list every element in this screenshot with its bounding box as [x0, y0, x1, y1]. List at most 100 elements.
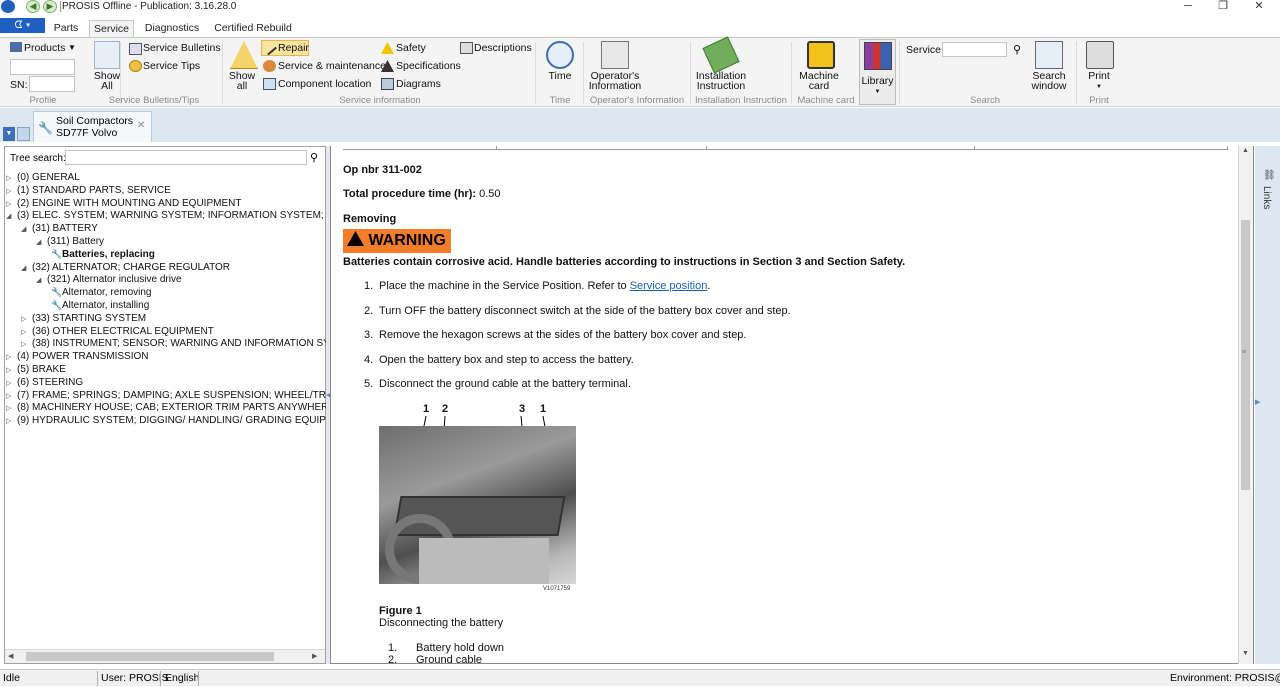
tree-item[interactable]: (321) Alternator inclusive drive: [47, 274, 182, 287]
products-chevron-down-icon[interactable]: ▼: [68, 42, 76, 54]
panel-toggle-button[interactable]: ▼: [3, 127, 15, 141]
tree-collapsed-icon[interactable]: ▷: [21, 328, 26, 336]
tree-item[interactable]: (32) ALTERNATOR; CHARGE REGULATOR: [32, 262, 230, 275]
service-tips-icon: [129, 60, 142, 72]
group-separator: [583, 42, 584, 104]
service-search-input[interactable]: [942, 42, 1007, 57]
tree-item[interactable]: (4) POWER TRANSMISSION: [17, 351, 149, 364]
close-button[interactable]: ✕: [1246, 0, 1272, 14]
tree-expanded-icon[interactable]: ◢: [6, 212, 11, 220]
status-environment: Environment: PROSIS@xe: [1170, 672, 1280, 684]
legend-number: 2.: [388, 654, 398, 664]
service-bulletins-button[interactable]: Service Bulletins: [143, 42, 221, 54]
tree-item[interactable]: (33) STARTING SYSTEM: [32, 313, 146, 326]
tree-item[interactable]: (8) MACHINERY HOUSE; CAB; EXTERIOR TRIM …: [17, 402, 335, 415]
tree-collapsed-icon[interactable]: ▷: [21, 340, 26, 348]
tree-search-binoculars-icon[interactable]: ⚲: [310, 151, 318, 164]
scroll-left-icon[interactable]: ◀: [8, 652, 13, 660]
tree-collapsed-icon[interactable]: ▷: [21, 315, 26, 323]
tree-item[interactable]: (0) GENERAL: [17, 172, 80, 185]
step-number: 1.: [364, 280, 374, 292]
safety-button[interactable]: Safety: [396, 42, 426, 54]
service-tips-button[interactable]: Service Tips: [143, 60, 200, 72]
application-menu-button[interactable]: ᗧ ▾: [0, 18, 45, 33]
tree-item[interactable]: (38) INSTRUMENT; SENSOR; WARNING AND INF…: [32, 338, 358, 351]
tab-certified-rebuild[interactable]: Certified Rebuild: [212, 20, 294, 38]
tree-item[interactable]: (311) Battery: [47, 236, 104, 249]
tab-diagnostics[interactable]: Diagnostics: [140, 20, 204, 38]
tree-item[interactable]: (36) OTHER ELECTRICAL EQUIPMENT: [32, 326, 214, 339]
status-bar: Idle User: PROSIS English Environment: P…: [0, 669, 1280, 686]
service-bulletins-icon: [129, 43, 142, 55]
service-maintenance-icon: [263, 60, 276, 72]
operators-information-line2: Information: [588, 80, 642, 92]
tree-item[interactable]: Batteries, replacing: [62, 249, 155, 262]
specifications-button[interactable]: Specifications: [396, 60, 461, 72]
panel-grid-icon[interactable]: [17, 127, 30, 141]
tree-expanded-icon[interactable]: ◢: [36, 276, 41, 284]
scroll-thumb[interactable]: [26, 652, 274, 661]
tree-expanded-icon[interactable]: ◢: [36, 238, 41, 246]
library-chevron-down-icon: ▼: [874, 89, 881, 95]
tree-collapsed-icon[interactable]: ▷: [6, 174, 11, 182]
scroll-right-icon[interactable]: ▶: [312, 652, 317, 660]
status-separator: [160, 671, 161, 686]
scroll-down-icon[interactable]: ▼: [1242, 650, 1249, 657]
tree-collapsed-icon[interactable]: ▷: [6, 353, 11, 361]
descriptions-button[interactable]: Descriptions: [474, 42, 532, 54]
products-dropdown[interactable]: Products: [24, 42, 65, 54]
content-vertical-scrollbar[interactable]: ▲ ≡ ▼: [1238, 146, 1253, 664]
tree-item[interactable]: (31) BATTERY: [32, 223, 98, 236]
time-button[interactable]: Time: [541, 71, 579, 82]
service-maintenance-button[interactable]: Service & maintenance: [278, 60, 386, 72]
tree-horizontal-scrollbar[interactable]: ◀ ▶: [5, 649, 325, 663]
document-tab-close-icon[interactable]: ✕: [137, 120, 145, 131]
tree-item[interactable]: Alternator, installing: [62, 300, 149, 313]
document-tab[interactable]: 🔧 Soil Compactors SD77F Volvo ✕: [33, 111, 152, 142]
print-button[interactable]: Print: [1080, 71, 1118, 82]
back-icon[interactable]: ◀: [26, 0, 40, 13]
tree-item[interactable]: (1) STANDARD PARTS, SERVICE: [17, 185, 171, 198]
tree-collapsed-icon[interactable]: ▷: [6, 200, 11, 208]
group-separator: [791, 42, 792, 104]
tree-item[interactable]: Alternator, removing: [62, 287, 152, 300]
tree-item[interactable]: (9) HYDRAULIC SYSTEM; DIGGING/ HANDLING/…: [17, 415, 354, 428]
tree-item[interactable]: (7) FRAME; SPRINGS; DAMPING; AXLE SUSPEN…: [17, 390, 364, 403]
diagrams-button[interactable]: Diagrams: [396, 78, 441, 90]
tab-parts[interactable]: Parts: [47, 20, 85, 38]
tree-item[interactable]: (2) ENGINE WITH MOUNTING AND EQUIPMENT: [17, 198, 241, 211]
tree-item[interactable]: (3) ELEC. SYSTEM; WARNING SYSTEM; INFORM…: [17, 210, 372, 223]
tree-item[interactable]: (5) BRAKE: [17, 364, 66, 377]
sn-field[interactable]: [29, 76, 75, 92]
component-location-button[interactable]: Component location: [278, 78, 371, 90]
step-text: Turn OFF the battery disconnect switch a…: [379, 305, 791, 317]
status-language: English: [165, 672, 200, 684]
tree-collapsed-icon[interactable]: ▷: [6, 379, 11, 387]
wrench-icon: 🔧: [51, 300, 63, 310]
tree-collapsed-icon[interactable]: ▷: [6, 417, 11, 425]
service-position-link[interactable]: Service position: [630, 280, 708, 292]
tree-collapsed-icon[interactable]: ▷: [6, 404, 11, 412]
tree-expanded-icon[interactable]: ◢: [21, 264, 26, 272]
tree-expanded-icon[interactable]: ◢: [21, 225, 26, 233]
tree-collapsed-icon[interactable]: ▷: [6, 366, 11, 374]
tree-search-input[interactable]: [65, 150, 307, 165]
scroll-up-icon[interactable]: ▲: [1242, 147, 1249, 154]
minimize-button[interactable]: ─: [1175, 0, 1201, 14]
scroll-grip-icon: ≡: [1242, 349, 1247, 356]
library-label: Library: [861, 75, 894, 87]
products-field[interactable]: [10, 59, 75, 75]
table-row-border: [343, 146, 1227, 150]
tree-item[interactable]: (6) STEERING: [17, 377, 83, 390]
links-side-panel[interactable]: ⛓ Links ▶: [1255, 146, 1280, 664]
legend-number: 1.: [388, 642, 398, 654]
total-time-value: 0.50: [479, 188, 501, 200]
forward-icon[interactable]: ▶: [43, 0, 57, 13]
title-separator: [60, 1, 61, 12]
maximize-button[interactable]: ❐: [1210, 0, 1236, 14]
binoculars-icon[interactable]: ⚲: [1013, 43, 1021, 56]
tree-collapsed-icon[interactable]: ▷: [6, 187, 11, 195]
expand-arrow-icon[interactable]: ▶: [1255, 398, 1260, 406]
status-separator: [198, 671, 199, 686]
tree-collapsed-icon[interactable]: ▷: [6, 392, 11, 400]
